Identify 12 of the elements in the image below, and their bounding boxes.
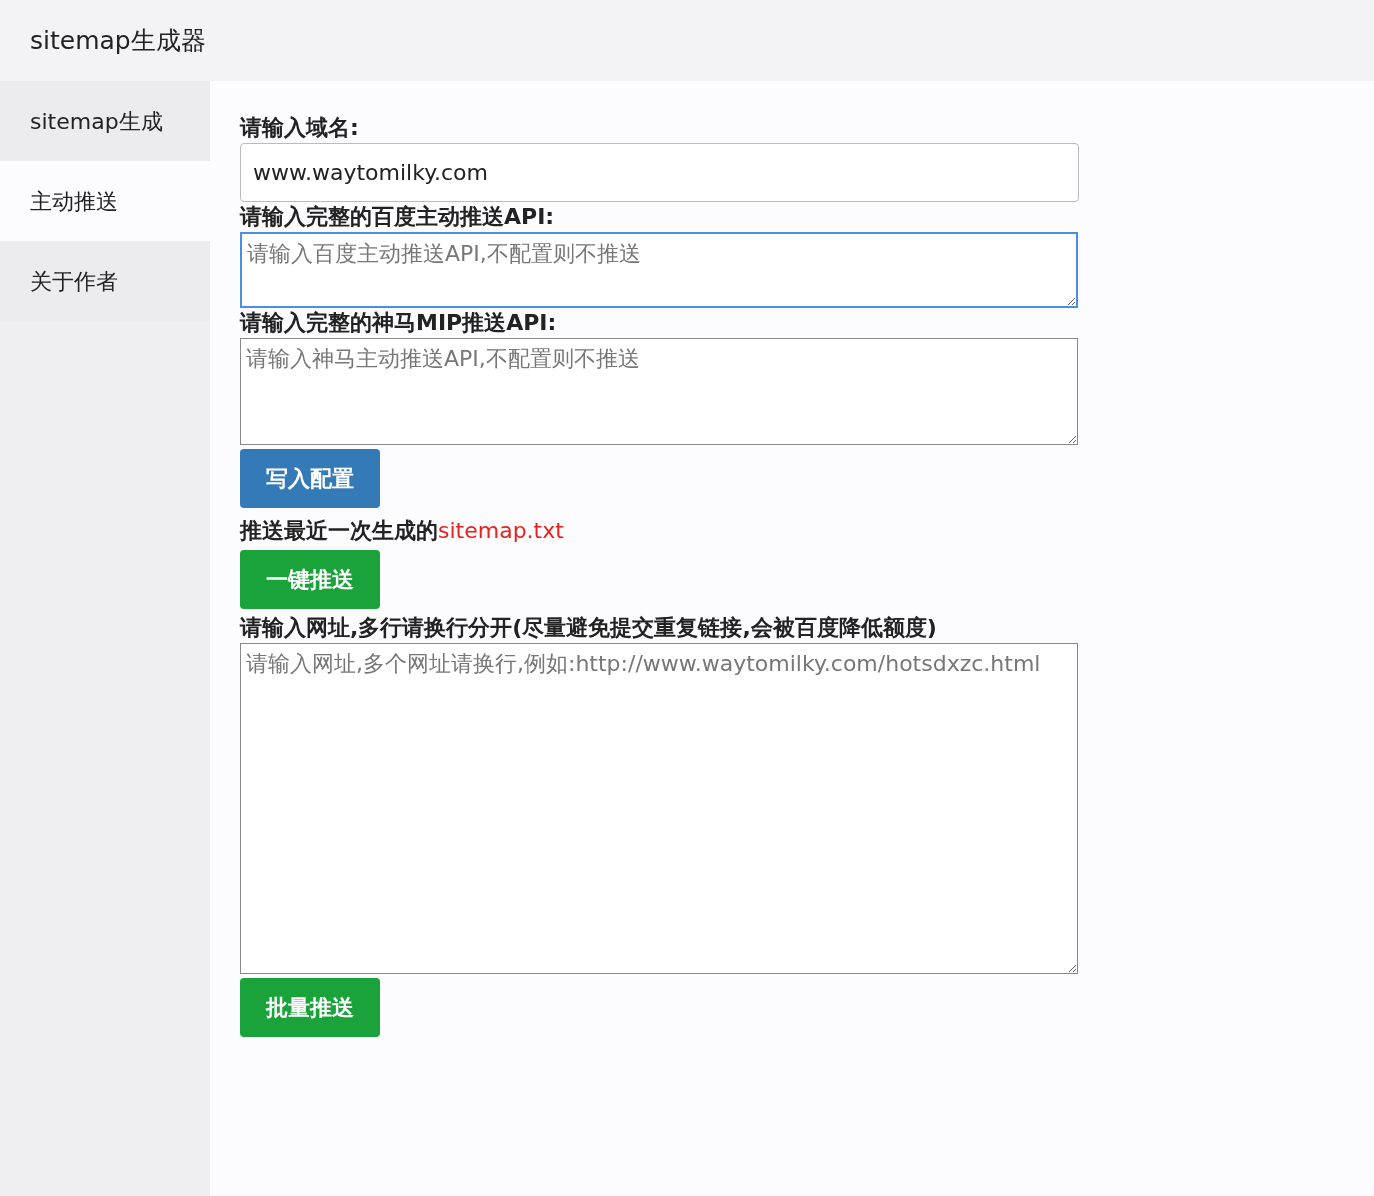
field-label: 请输入完整的神马MIP推送API: (240, 309, 558, 337)
text-area[interactable]: 请输入百度主动推送API,不配置则不推送 (240, 232, 1078, 308)
domain-input[interactable]: www.waytomilky.com (240, 143, 1079, 202)
field-label: 请输入完整的百度主动推送API: (240, 203, 556, 231)
field-label: 请输入域名: (240, 114, 360, 142)
app-title: sitemap生成器 (30, 24, 206, 57)
action-button[interactable]: 写入配置 (240, 449, 380, 508)
push-note: 推送最近一次生成的sitemap.txt (240, 517, 564, 545)
sidebar-item[interactable]: 主动推送 (0, 161, 210, 241)
field-label: 请输入网址,多行请换行分开(尽量避免提交重复链接,会被百度降低额度) (240, 614, 938, 642)
text-area[interactable]: 请输入网址,多个网址请换行,例如:http://www.waytomilky.com/hotsdxzc.html (240, 643, 1078, 974)
text-area[interactable]: 请输入神马主动推送API,不配置则不推送 (240, 338, 1078, 445)
